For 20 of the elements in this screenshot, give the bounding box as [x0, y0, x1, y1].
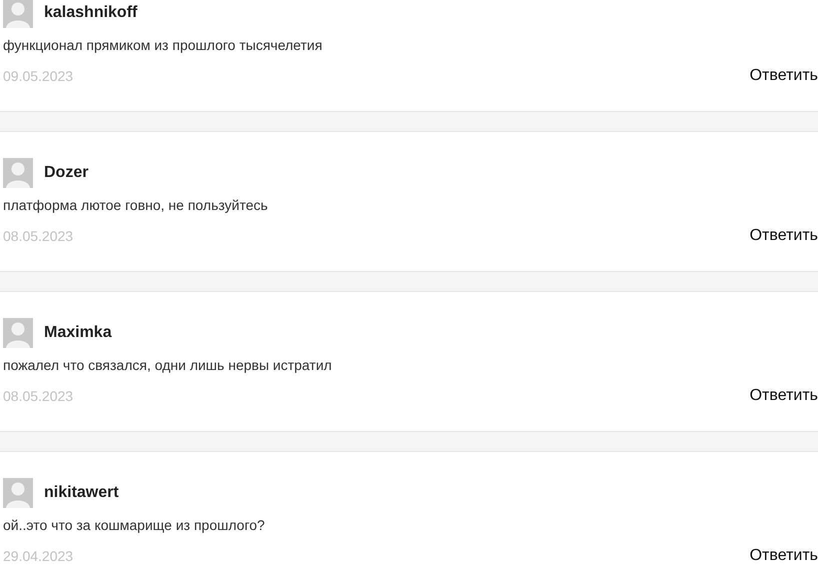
avatar-icon: [3, 0, 33, 28]
avatar-icon: [3, 158, 33, 188]
comment-date: 08.05.2023: [3, 227, 74, 246]
comment-text: пожалел что связался, одни лишь нервы истратил: [2, 356, 333, 375]
reply-link[interactable]: Ответить: [750, 546, 818, 566]
author-name: Maximka: [44, 323, 112, 343]
comment-text: ой..это что за кошмарище из прошлого?: [2, 516, 266, 535]
reply-link[interactable]: Ответить: [750, 66, 818, 86]
comment-date: 08.05.2023: [3, 387, 74, 406]
avatar-icon: [3, 318, 33, 348]
reply-link[interactable]: Ответить: [750, 386, 818, 406]
comment-text: функционал прямиком из прошлого тысячелетия: [2, 36, 324, 55]
comment-date: 29.04.2023: [3, 547, 74, 566]
avatar-icon: [3, 478, 33, 508]
comment-text: платформа лютое говно, не пользуйтесь: [2, 196, 269, 215]
author-name: kalashnikoff: [44, 3, 138, 23]
reply-link[interactable]: Ответить: [750, 226, 818, 246]
comment-date: 09.05.2023: [3, 67, 74, 86]
author-name: Dozer: [44, 163, 88, 183]
author-name: nikitawert: [44, 483, 119, 503]
